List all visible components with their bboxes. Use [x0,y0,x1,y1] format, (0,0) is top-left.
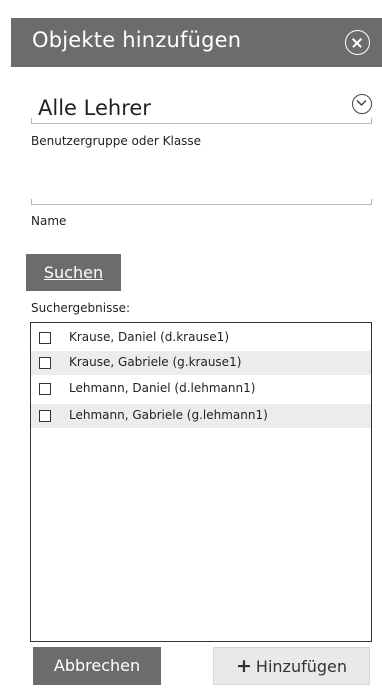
plus-icon: + [236,655,252,677]
add-objects-dialog: Objekte hinzufügen Alle Lehrer Benutzerg… [11,0,382,698]
list-item[interactable]: Lehmann, Daniel (d.lehmann1) [31,377,371,401]
checkbox[interactable] [39,383,51,395]
dialog-header: Objekte hinzufügen [11,18,382,67]
group-select-value: Alle Lehrer [38,96,151,120]
list-item-label: Krause, Daniel (d.krause1) [69,330,229,344]
group-select[interactable]: Alle Lehrer [31,92,372,124]
chevron-down-icon[interactable] [352,94,372,114]
list-item-label: Lehmann, Daniel (d.lehmann1) [69,381,256,395]
checkbox[interactable] [39,410,51,422]
results-label: Suchergebnisse: [31,301,131,315]
close-icon[interactable] [345,30,370,55]
list-item[interactable]: Krause, Daniel (d.krause1) [31,326,371,350]
group-select-label: Benutzergruppe oder Klasse [31,134,202,148]
list-item-label: Krause, Gabriele (g.krause1) [69,355,242,369]
dialog-title: Objekte hinzufügen [32,28,242,52]
add-button[interactable]: + Hinzufügen [213,647,370,685]
list-item-label: Lehmann, Gabriele (g.lehmann1) [69,408,268,422]
checkbox[interactable] [39,332,51,344]
add-button-label: Hinzufügen [255,657,347,676]
checkbox[interactable] [39,357,51,369]
cancel-button[interactable]: Abbrechen [33,647,161,685]
name-field[interactable] [31,185,372,205]
name-field-label: Name [31,214,67,228]
list-item[interactable]: Krause, Gabriele (g.krause1) [31,351,371,375]
list-item[interactable]: Lehmann, Gabriele (g.lehmann1) [31,404,371,428]
results-list[interactable]: Krause, Daniel (d.krause1) Krause, Gabri… [30,322,372,642]
search-button[interactable]: Suchen [26,254,121,291]
